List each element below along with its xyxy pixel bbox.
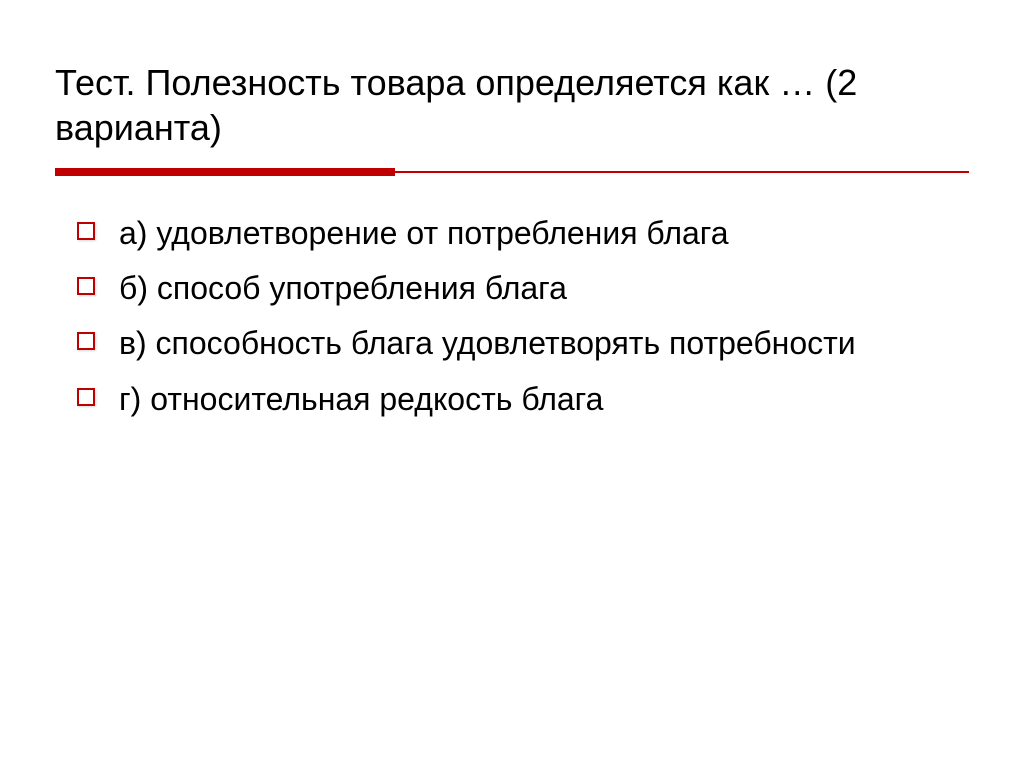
- list-item: б) способ употребления блага: [77, 267, 969, 310]
- slide-title: Тест. Полезность товара определяется как…: [55, 60, 969, 150]
- content-area: а) удовлетворение от потребления блага б…: [55, 212, 969, 421]
- square-bullet-icon: [77, 332, 95, 350]
- option-text: б) способ употребления блага: [119, 267, 567, 310]
- slide-container: Тест. Полезность товара определяется как…: [0, 0, 1024, 768]
- list-item: а) удовлетворение от потребления блага: [77, 212, 969, 255]
- title-block: Тест. Полезность товара определяется как…: [55, 60, 969, 180]
- square-bullet-icon: [77, 388, 95, 406]
- list-item: г) относительная редкость блага: [77, 378, 969, 421]
- option-text: а) удовлетворение от потребления блага: [119, 212, 729, 255]
- square-bullet-icon: [77, 277, 95, 295]
- divider-thick: [55, 168, 395, 176]
- option-text: г) относительная редкость блага: [119, 378, 603, 421]
- square-bullet-icon: [77, 222, 95, 240]
- title-divider: [55, 168, 969, 180]
- list-item: в) способность блага удовлетворять потре…: [77, 322, 969, 365]
- option-text: в) способность блага удовлетворять потре…: [119, 322, 856, 365]
